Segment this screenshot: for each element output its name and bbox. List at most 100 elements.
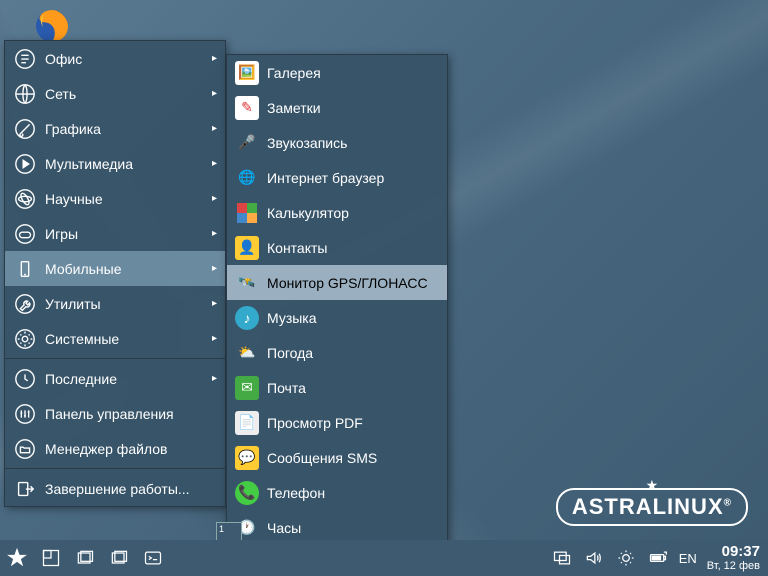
menu-shutdown[interactable]: Завершение работы... xyxy=(5,471,225,506)
contacts-icon: 👤 xyxy=(235,236,259,260)
sub-label: Сообщения SMS xyxy=(267,450,377,466)
gallery-icon: 🖼️ xyxy=(235,61,259,85)
menu-system[interactable]: Системные ▸ xyxy=(5,321,225,356)
sub-label: Часы xyxy=(267,520,301,536)
menu-label: Последние xyxy=(45,371,117,387)
separator xyxy=(5,358,225,359)
sub-notes[interactable]: ✎Заметки xyxy=(227,90,447,125)
keyboard-layout[interactable]: EN xyxy=(679,551,697,566)
sub-label: Монитор GPS/ГЛОНАСС xyxy=(267,275,428,291)
sub-mail[interactable]: ✉ Почта xyxy=(227,370,447,405)
sub-label: Просмотр PDF xyxy=(267,415,363,431)
menu-science[interactable]: Научные ▸ xyxy=(5,181,225,216)
taskbar: EN 09:37 Вт, 12 фев xyxy=(0,540,768,576)
chevron-right-icon: ▸ xyxy=(212,333,217,344)
menu-multimedia[interactable]: Мультимедиа ▸ xyxy=(5,146,225,181)
satellite-icon: 🛰️ xyxy=(235,271,259,295)
menu-file-manager[interactable]: Менеджер файлов xyxy=(5,431,225,466)
chevron-right-icon: ▸ xyxy=(212,88,217,99)
pdf-icon: 📄 xyxy=(235,411,259,435)
sub-phone[interactable]: 📞Телефон xyxy=(227,475,447,510)
menu-graphics[interactable]: Графика ▸ xyxy=(5,111,225,146)
brush-icon xyxy=(13,117,37,141)
sub-label: Калькулятор xyxy=(267,205,349,221)
chevron-right-icon: ▸ xyxy=(212,53,217,64)
brand-logo: ★ ASTRALINUX® xyxy=(556,477,748,526)
menu-label: Мультимедиа xyxy=(45,156,133,172)
sub-label: Телефон xyxy=(267,485,325,501)
clock-icon xyxy=(13,367,37,391)
menu-label: Сеть xyxy=(45,86,76,102)
sub-gallery[interactable]: 🖼️ Галерея xyxy=(227,55,447,90)
sub-weather[interactable]: ⛅Погода xyxy=(227,335,447,370)
chevron-right-icon: ▸ xyxy=(212,123,217,134)
play-icon xyxy=(13,152,37,176)
menu-label: Утилиты xyxy=(45,296,101,312)
sub-recorder[interactable]: 🎤Звукозапись xyxy=(227,125,447,160)
menu-office[interactable]: Офис ▸ xyxy=(5,41,225,76)
separator xyxy=(5,468,225,469)
sub-music[interactable]: ♪ Музыка xyxy=(227,300,447,335)
gear-icon xyxy=(13,327,37,351)
menu-label: Научные xyxy=(45,191,103,207)
globe-icon xyxy=(13,82,37,106)
chevron-right-icon: ▸ xyxy=(212,193,217,204)
brightness-tray-icon[interactable] xyxy=(615,547,637,569)
start-button[interactable] xyxy=(2,543,32,573)
menu-label: Мобильные xyxy=(45,261,122,277)
windows-button[interactable] xyxy=(70,543,100,573)
sub-label: Интернет браузер xyxy=(267,170,384,186)
menu-label: Игры xyxy=(45,226,78,242)
weather-icon: ⛅ xyxy=(235,341,259,365)
folder-icon xyxy=(13,437,37,461)
music-icon: ♪ xyxy=(235,306,259,330)
workspace-number: 1 xyxy=(219,524,224,534)
sub-label: Музыка xyxy=(267,310,317,326)
battery-tray-icon[interactable] xyxy=(647,547,669,569)
document-icon xyxy=(13,47,37,71)
mic-icon: 🎤 xyxy=(235,131,259,155)
clock[interactable]: 09:37 Вт, 12 фев xyxy=(707,544,760,573)
menu-label: Системные xyxy=(45,331,119,347)
sub-label: Почта xyxy=(267,380,306,396)
menu-label: Панель управления xyxy=(45,406,174,422)
mail-icon: ✉ xyxy=(235,376,259,400)
menu-label: Графика xyxy=(45,121,101,137)
menu-label: Менеджер файлов xyxy=(45,441,168,457)
menu-network[interactable]: Сеть ▸ xyxy=(5,76,225,111)
submenu-mobile: 🖼️ Галерея ✎Заметки 🎤Звукозапись 🌐 Интерне… xyxy=(226,54,448,546)
menu-games[interactable]: Игры ▸ xyxy=(5,216,225,251)
terminal-button[interactable] xyxy=(138,543,168,573)
menu-utilities[interactable]: Утилиты ▸ xyxy=(5,286,225,321)
calc-icon xyxy=(235,201,259,225)
notes-icon: ✎ xyxy=(235,96,259,120)
sub-sms[interactable]: 💬 Сообщения SMS xyxy=(227,440,447,475)
logout-icon xyxy=(13,477,37,501)
display-tray-icon[interactable] xyxy=(551,547,573,569)
clock-time: 09:37 xyxy=(707,544,760,561)
sub-calculator[interactable]: Калькулятор xyxy=(227,195,447,230)
chevron-right-icon: ▸ xyxy=(212,228,217,239)
sub-label: Галерея xyxy=(267,65,321,81)
chevron-right-icon: ▸ xyxy=(212,158,217,169)
menu-recent[interactable]: Последние ▸ xyxy=(5,361,225,396)
show-desktop-button[interactable] xyxy=(36,543,66,573)
sub-contacts[interactable]: 👤 Контакты xyxy=(227,230,447,265)
sub-gps-monitor[interactable]: 🛰️ Монитор GPS/ГЛОНАСС xyxy=(227,265,447,300)
wrench-icon xyxy=(13,292,37,316)
sub-label: Контакты xyxy=(267,240,327,256)
clock-date: Вт, 12 фев xyxy=(707,560,760,572)
sub-browser[interactable]: 🌐 Интернет браузер xyxy=(227,160,447,195)
sms-icon: 💬 xyxy=(235,446,259,470)
menu-mobile[interactable]: Мобильные ▸ xyxy=(5,251,225,286)
chevron-right-icon: ▸ xyxy=(212,263,217,274)
volume-tray-icon[interactable] xyxy=(583,547,605,569)
start-menu: Офис ▸ Сеть ▸ Графика ▸ Мультимедиа ▸ На… xyxy=(4,40,226,507)
windows-button-2[interactable] xyxy=(104,543,134,573)
chevron-right-icon: ▸ xyxy=(212,373,217,384)
globe-icon: 🌐 xyxy=(235,166,259,190)
menu-label: Завершение работы... xyxy=(45,481,190,497)
menu-control-panel[interactable]: Панель управления xyxy=(5,396,225,431)
chevron-right-icon: ▸ xyxy=(212,298,217,309)
sub-pdf[interactable]: 📄 Просмотр PDF xyxy=(227,405,447,440)
